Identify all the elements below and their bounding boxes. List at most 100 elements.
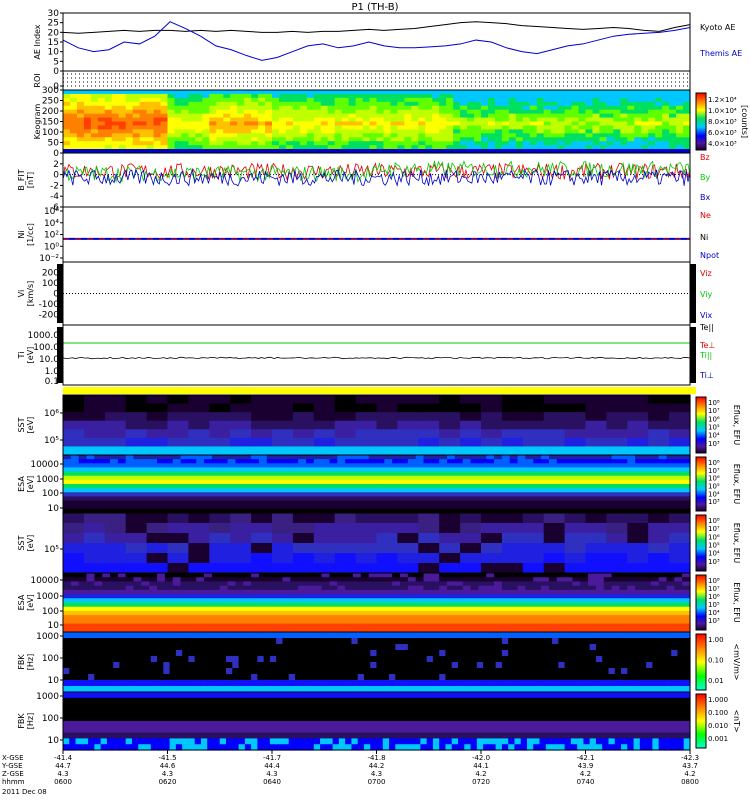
keogram-cell bbox=[564, 125, 573, 130]
esa_e-cell bbox=[204, 573, 213, 578]
esa_i-cell bbox=[400, 484, 409, 489]
keogram-cell bbox=[216, 109, 224, 115]
fbk_e-cell bbox=[401, 638, 409, 645]
keogram-cell bbox=[460, 97, 468, 103]
keogram-cell bbox=[418, 141, 426, 146]
esa_i-cell bbox=[219, 475, 229, 481]
esa_e-cell bbox=[517, 594, 527, 599]
esa_i-cell bbox=[149, 479, 158, 485]
keogram-cell bbox=[132, 93, 141, 99]
fbk_e-cell bbox=[169, 674, 177, 681]
keogram-cell bbox=[620, 90, 628, 95]
keogram-cell bbox=[606, 117, 614, 123]
esa_i-cell bbox=[94, 492, 103, 498]
keogram-cell bbox=[439, 117, 447, 123]
keogram-cell bbox=[662, 125, 670, 130]
esa_e-cell bbox=[258, 598, 268, 604]
esa_i-cell bbox=[227, 496, 237, 502]
esa_e-cell bbox=[635, 615, 644, 620]
keogram-cell bbox=[278, 141, 287, 146]
esa_i-cell bbox=[384, 463, 393, 469]
sst_e-cell bbox=[230, 563, 252, 574]
esa_e-cell bbox=[329, 615, 338, 620]
keogram-cell bbox=[578, 93, 587, 99]
esa_i-cell bbox=[415, 496, 425, 502]
esa_i-cell bbox=[658, 475, 668, 481]
sst_i-cell bbox=[104, 429, 127, 439]
keogram-cell bbox=[501, 105, 510, 111]
fbk_e-cell bbox=[357, 680, 365, 687]
esa_i-cell bbox=[110, 459, 119, 464]
sst_i-cell bbox=[63, 403, 85, 413]
esa_e-cell bbox=[447, 589, 456, 595]
esa_i-cell bbox=[635, 467, 644, 473]
keogram-cell bbox=[125, 105, 134, 111]
sst_e-cell bbox=[460, 533, 482, 544]
keogram-cell bbox=[467, 105, 475, 111]
esa_i-cell bbox=[462, 455, 472, 460]
keogram-cell bbox=[446, 93, 454, 99]
sst_i-cell bbox=[585, 403, 607, 413]
esa_i-cell bbox=[219, 484, 229, 489]
esa_i-cell bbox=[70, 463, 80, 469]
keogram-cell bbox=[557, 141, 566, 146]
fbk_e-cell bbox=[106, 668, 114, 675]
keogram-cell bbox=[446, 125, 454, 130]
keogram-cell bbox=[139, 125, 148, 130]
esa_i-cell bbox=[219, 459, 229, 464]
keogram-cell bbox=[571, 101, 580, 107]
esa_i-cell bbox=[352, 479, 362, 485]
esa_e-cell bbox=[94, 585, 103, 591]
fbk_e-cell bbox=[370, 644, 378, 651]
sst_i-cell bbox=[627, 429, 649, 439]
sst_e-cell bbox=[627, 543, 649, 554]
esa_e-cell bbox=[603, 594, 613, 599]
sst_e-cell bbox=[460, 513, 482, 524]
keogram-cell bbox=[599, 105, 607, 111]
esa_e-cell bbox=[102, 577, 111, 583]
keogram-cell bbox=[655, 105, 663, 111]
sst_i-cell bbox=[355, 446, 378, 456]
esa_e-cell bbox=[94, 619, 103, 625]
esa_i-cell bbox=[627, 463, 636, 469]
keogram-cell bbox=[244, 137, 252, 142]
fbk_e-cell bbox=[313, 668, 321, 675]
keogram-cell bbox=[404, 137, 412, 142]
esa_e-cell bbox=[117, 619, 127, 625]
keogram-cell bbox=[627, 145, 635, 150]
fbk_e-cell bbox=[157, 674, 164, 681]
keogram-cell bbox=[306, 113, 315, 119]
sst_i-cell bbox=[501, 420, 524, 430]
keogram-cell bbox=[174, 113, 183, 119]
keogram-cell bbox=[258, 133, 266, 138]
density-ylabel-unit: [1/cc] bbox=[26, 223, 35, 246]
esa_i-cell bbox=[454, 467, 464, 473]
fbk_e-cell bbox=[263, 644, 271, 651]
keogram-cell bbox=[146, 113, 155, 119]
esa_i-cell bbox=[415, 504, 425, 510]
esa_i-colorbar-tick: 10⁵ bbox=[708, 482, 720, 490]
esa_i-cell bbox=[439, 500, 448, 506]
keogram-cell bbox=[474, 113, 482, 119]
keogram-cell bbox=[167, 101, 176, 107]
esa_i-cell bbox=[658, 492, 668, 498]
esa_e-cell bbox=[78, 594, 88, 599]
esa_e-cell bbox=[635, 602, 644, 608]
keogram-cell bbox=[571, 105, 580, 111]
esa_e-cell bbox=[376, 615, 385, 620]
fbk_e-cell bbox=[514, 680, 522, 687]
keogram-cell bbox=[606, 101, 614, 107]
esa_i-cell bbox=[305, 459, 315, 464]
esa_i-ytick-label: 100 bbox=[42, 489, 59, 499]
keogram-cell bbox=[592, 145, 601, 150]
sst_i-cell bbox=[292, 429, 315, 439]
esa_i-cell bbox=[180, 471, 189, 477]
fbk_e-cell bbox=[395, 662, 403, 669]
sst_i-cell bbox=[230, 446, 252, 456]
fbk_e-cell bbox=[483, 680, 490, 687]
esa_i-cell bbox=[251, 500, 260, 506]
esa_e-cell bbox=[110, 581, 119, 587]
esa_i-cell bbox=[572, 475, 581, 481]
fbk_e-cell bbox=[470, 638, 478, 645]
fbk_e-cell bbox=[88, 638, 95, 645]
